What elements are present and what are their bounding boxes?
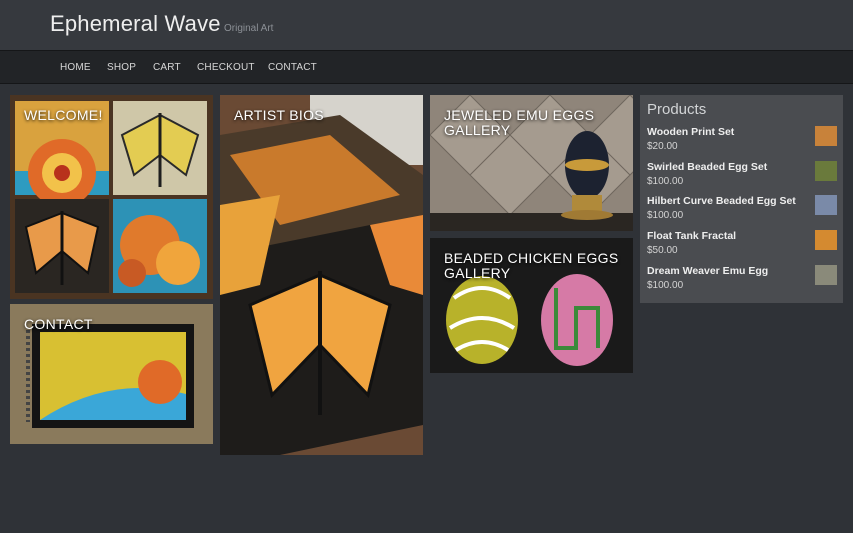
- product-item[interactable]: Swirled Beaded Egg Set $100.00: [647, 161, 837, 193]
- product-name[interactable]: Float Tank Fractal: [647, 230, 736, 242]
- product-thumbnail[interactable]: [815, 195, 837, 215]
- tile-contact-label: CONTACT: [24, 316, 93, 332]
- product-item[interactable]: Hilbert Curve Beaded Egg Set $100.00: [647, 195, 837, 227]
- product-price: $100.00: [647, 210, 684, 221]
- product-name[interactable]: Wooden Print Set: [647, 126, 734, 138]
- nav-item-checkout[interactable]: CHECKOUT: [197, 62, 255, 73]
- product-item[interactable]: Wooden Print Set $20.00: [647, 126, 837, 158]
- product-thumbnail[interactable]: [815, 161, 837, 181]
- products-title: Products: [647, 101, 707, 118]
- product-name[interactable]: Dream Weaver Emu Egg: [647, 265, 768, 277]
- nav-item-home[interactable]: HOME: [60, 62, 91, 73]
- product-price: $50.00: [647, 245, 678, 256]
- nav-item-cart[interactable]: CART: [153, 62, 181, 73]
- tile-contact[interactable]: CONTACT: [10, 304, 213, 444]
- product-price: $100.00: [647, 176, 684, 187]
- product-thumbnail[interactable]: [815, 265, 837, 285]
- product-thumbnail[interactable]: [815, 126, 837, 146]
- product-name[interactable]: Hilbert Curve Beaded Egg Set: [647, 195, 796, 207]
- product-item[interactable]: Dream Weaver Emu Egg $100.00: [647, 265, 837, 297]
- nav-item-contact[interactable]: CONTACT: [268, 62, 317, 73]
- product-name[interactable]: Swirled Beaded Egg Set: [647, 161, 767, 173]
- site-tagline: Original Art: [224, 23, 274, 34]
- product-price: $100.00: [647, 280, 684, 291]
- tile-artist-bios-label: ARTIST BIOS: [234, 107, 324, 123]
- tile-emu-eggs[interactable]: JEWELED EMU EGGS GALLERY: [430, 95, 633, 231]
- nav-item-shop[interactable]: SHOP: [107, 62, 136, 73]
- product-price: $20.00: [647, 141, 678, 152]
- site-header: Ephemeral Wave Original Art: [0, 0, 853, 50]
- tile-welcome[interactable]: WELCOME!: [10, 95, 213, 299]
- tile-welcome-label: WELCOME!: [24, 107, 103, 123]
- site-title[interactable]: Ephemeral Wave: [50, 11, 221, 37]
- tile-chicken-eggs-label: BEADED CHICKEN EGGS GALLERY: [444, 250, 619, 281]
- artist-bios-image: [220, 95, 423, 455]
- products-widget: Products Wooden Print Set $20.00 Swirled…: [640, 95, 843, 303]
- tile-chicken-eggs[interactable]: BEADED CHICKEN EGGS GALLERY: [430, 238, 633, 373]
- tile-artist-bios[interactable]: ARTIST BIOS: [220, 95, 423, 455]
- product-item[interactable]: Float Tank Fractal $50.00: [647, 230, 837, 262]
- main-navigation: HOME SHOP CART CHECKOUT CONTACT: [0, 50, 853, 84]
- tile-emu-eggs-label: JEWELED EMU EGGS GALLERY: [444, 107, 595, 138]
- product-thumbnail[interactable]: [815, 230, 837, 250]
- welcome-artwork-image: [10, 95, 213, 299]
